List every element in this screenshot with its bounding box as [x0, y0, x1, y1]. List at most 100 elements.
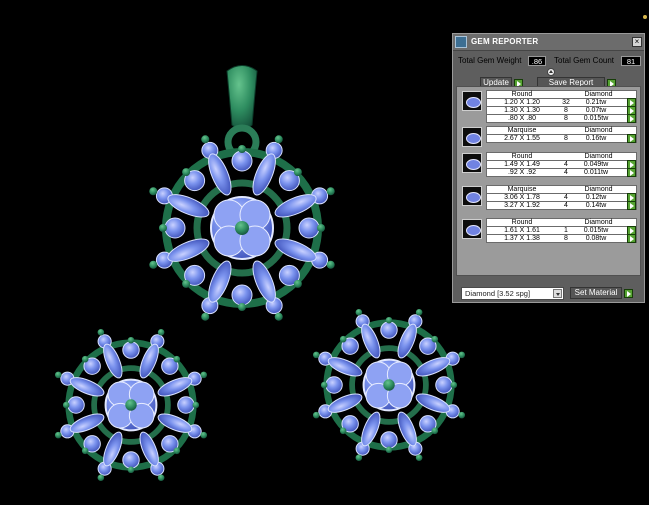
metal-bead	[312, 351, 320, 359]
gem-size: 3.27 X 1.92	[504, 202, 540, 209]
center-metal-knot	[125, 399, 137, 411]
marquise-gem	[327, 357, 363, 377]
metal-bead	[385, 316, 393, 324]
metal-bead	[415, 308, 423, 316]
row-play-icon[interactable]	[627, 134, 636, 143]
round-gem	[122, 341, 140, 359]
marquise-gem	[252, 153, 276, 196]
marquise-gem	[208, 153, 232, 196]
gem-weight: 0.011tw	[584, 169, 608, 176]
metal-bead	[458, 351, 466, 359]
metal-bead	[339, 427, 347, 435]
gem-size: 2.67 X 1.55	[504, 135, 540, 142]
metal-bead	[200, 371, 208, 379]
center-metal-knot	[235, 221, 249, 235]
gem-thumbnail-icon	[462, 153, 482, 173]
round-gem	[67, 396, 85, 414]
marquise-gem	[397, 411, 417, 447]
gem-size-row[interactable]: 2.67 X 1.55 8 0.16tw	[486, 134, 637, 143]
metal-bead	[173, 447, 181, 455]
marquise-gem	[167, 238, 210, 262]
marquise-gem	[327, 393, 363, 413]
gem-report-list[interactable]: Round Diamond 1.20 X 1.20 32 0.21tw 1.30…	[456, 86, 641, 276]
metal-bead	[81, 355, 89, 363]
gem-size: .92 X .92	[507, 169, 537, 176]
gem-count: 8	[564, 115, 568, 122]
scroll-up-icon[interactable]	[547, 68, 555, 76]
round-gem	[298, 217, 320, 239]
gem-group-round-2: Round Diamond 1.49 X 1.49 4 0.049tw .92 …	[460, 152, 638, 180]
metal-bead	[355, 454, 363, 462]
metal-bead	[326, 187, 335, 196]
pendant-bail	[226, 65, 258, 130]
gem-reporter-panel: GEM REPORTER × Total Gem Weight .86 Tota…	[452, 33, 645, 303]
gem-weight: 0.16tw	[585, 135, 607, 142]
marquise-gem	[69, 377, 105, 397]
total-gem-weight-value: .86	[528, 56, 546, 66]
set-material-play-icon[interactable]	[624, 289, 633, 298]
metal-bead	[62, 401, 70, 409]
panel-titlebar[interactable]: GEM REPORTER ×	[453, 34, 644, 51]
gem-thumbnail-icon	[462, 91, 482, 111]
material-select[interactable]: Diamond [3.52 spg]	[461, 287, 564, 300]
gem-group-marquise-1: Marquise Diamond 2.67 X 1.55 8 0.16tw	[460, 126, 638, 147]
gem-size-row[interactable]: 1.37 X 1.38 8 0.08tw	[486, 234, 637, 243]
row-play-icon[interactable]	[627, 201, 636, 210]
round-gem	[380, 321, 398, 339]
metal-bead	[385, 446, 393, 454]
gem-group-marquise-2: Marquise Diamond 3.06 X 1.78 4 0.12tw 3.…	[460, 185, 638, 213]
marquise-gem	[69, 413, 105, 433]
round-gem	[325, 376, 343, 394]
metal-bead	[415, 454, 423, 462]
marquise-gem	[361, 411, 381, 447]
gem-size-row[interactable]: .80 X .80 8 0.015tw	[486, 114, 637, 123]
metal-bead	[238, 145, 246, 153]
metal-bead	[173, 355, 181, 363]
metal-bead	[355, 308, 363, 316]
metal-bead	[326, 260, 335, 269]
metal-bead	[200, 431, 208, 439]
close-icon[interactable]: ×	[632, 37, 642, 47]
right-earring-jewelry	[312, 308, 466, 462]
row-play-icon[interactable]	[627, 234, 636, 243]
metal-bead	[159, 224, 167, 232]
marquise-gem	[157, 377, 193, 397]
marquise-gem	[397, 323, 417, 359]
marquise-gem	[252, 260, 276, 303]
round-gem	[231, 284, 253, 306]
metal-bead	[157, 328, 165, 336]
round-gem	[122, 451, 140, 469]
gem-size-row[interactable]: .92 X .92 4 0.011tw	[486, 168, 637, 177]
row-play-icon[interactable]	[627, 114, 636, 123]
set-material-button[interactable]: Set Material	[570, 287, 622, 299]
pendant-jewelry	[149, 65, 335, 321]
metal-bead	[450, 381, 458, 389]
round-gem	[164, 217, 186, 239]
metal-bead	[54, 371, 62, 379]
left-earring-jewelry	[54, 328, 208, 482]
marquise-gem	[274, 194, 317, 218]
gem-size-row[interactable]: 3.27 X 1.92 4 0.14tw	[486, 201, 637, 210]
gem-count: 8	[564, 235, 568, 242]
row-play-icon[interactable]	[627, 168, 636, 177]
chevron-down-icon[interactable]	[553, 289, 562, 298]
marquise-gem	[167, 194, 210, 218]
metal-bead	[127, 466, 135, 474]
marquise-gem	[361, 323, 381, 359]
metal-bead	[458, 411, 466, 419]
total-gem-weight-label: Total Gem Weight	[458, 56, 522, 65]
total-gem-count-label: Total Gem Count	[554, 56, 615, 65]
metal-bead	[339, 335, 347, 343]
gem-count: 4	[564, 169, 568, 176]
panel-title: GEM REPORTER	[471, 37, 539, 46]
round-gem	[231, 150, 253, 172]
gem-weight: 0.08tw	[585, 235, 607, 242]
total-gem-count-value: 81	[621, 56, 641, 66]
metal-bead	[293, 279, 302, 288]
gem-thumbnail-icon	[462, 127, 482, 147]
round-gem	[435, 376, 453, 394]
gem-count: 8	[564, 135, 568, 142]
metal-bead	[127, 336, 135, 344]
marquise-gem	[139, 431, 159, 467]
gem-thumbnail-icon	[462, 219, 482, 239]
